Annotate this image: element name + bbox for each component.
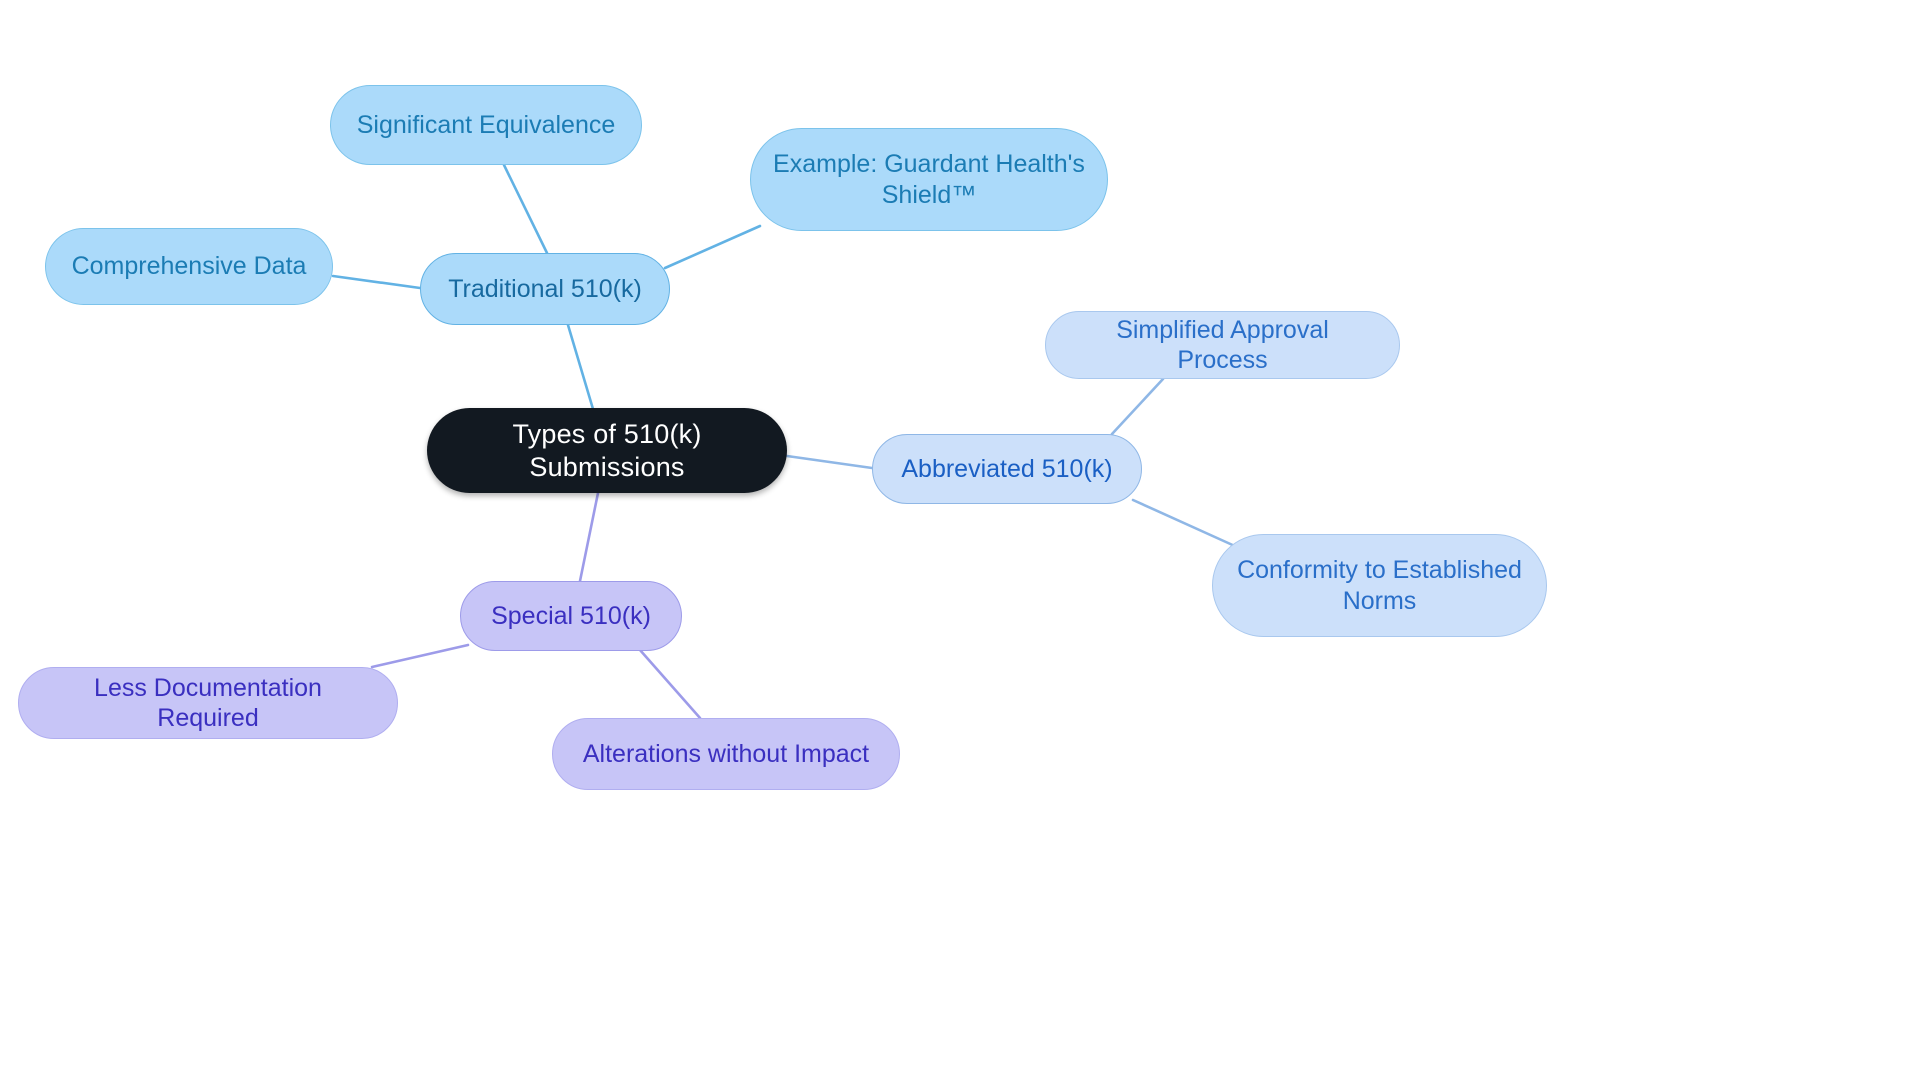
node-alterations-without-impact[interactable]: Alterations without Impact <box>552 718 900 790</box>
node-abbreviated-510k-label: Abbreviated 510(k) <box>901 454 1113 483</box>
edge-root-to-special <box>578 491 600 583</box>
node-simplified-approval-process[interactable]: Simplified Approval Process <box>1045 311 1400 379</box>
node-root[interactable]: Types of 510(k) Submissions <box>427 408 787 493</box>
mindmap-canvas: Types of 510(k) Submissions Traditional … <box>0 0 1920 1083</box>
node-comprehensive-data[interactable]: Comprehensive Data <box>45 228 333 305</box>
node-less-documentation-required[interactable]: Less Documentation Required <box>18 667 398 739</box>
node-conformity-to-established-norms[interactable]: Conformity to Established Norms <box>1212 534 1547 637</box>
edge-special-to-alterations_no_impact <box>638 648 702 720</box>
node-special-510k-label: Special 510(k) <box>491 601 651 630</box>
node-significant-equivalence[interactable]: Significant Equivalence <box>330 85 642 165</box>
edge-traditional-to-significant_equivalence <box>502 163 549 255</box>
node-alterations-without-impact-label: Alterations without Impact <box>582 739 870 768</box>
node-special-510k[interactable]: Special 510(k) <box>460 581 682 651</box>
node-conformity-to-established-norms-label: Conformity to Established Norms <box>1237 556 1522 615</box>
edge-abbreviated-to-simplified_approval <box>1110 377 1165 436</box>
node-less-documentation-required-label: Less Documentation Required <box>94 673 322 733</box>
node-guardant-example[interactable]: Example: Guardant Health's Shield™ <box>750 128 1108 231</box>
edge-root-to-traditional <box>566 323 595 411</box>
node-simplified-approval-process-label: Simplified Approval Process <box>1116 315 1329 375</box>
edge-special-to-less_documentation <box>370 643 470 669</box>
node-guardant-example-label: Example: Guardant Health's Shield™ <box>773 150 1085 209</box>
node-abbreviated-510k[interactable]: Abbreviated 510(k) <box>872 434 1142 504</box>
edge-root-to-abbreviated <box>785 454 874 470</box>
edge-traditional-to-comprehensive_data <box>331 274 422 290</box>
node-significant-equivalence-label: Significant Equivalence <box>356 110 616 139</box>
edge-abbreviated-to-conformity_norms <box>1131 498 1239 549</box>
node-root-label: Types of 510(k) Submissions <box>512 418 702 482</box>
node-traditional-510k[interactable]: Traditional 510(k) <box>420 253 670 325</box>
edge-traditional-to-guardant_example <box>663 224 762 270</box>
node-traditional-510k-label: Traditional 510(k) <box>448 274 642 303</box>
node-comprehensive-data-label: Comprehensive Data <box>71 252 307 281</box>
